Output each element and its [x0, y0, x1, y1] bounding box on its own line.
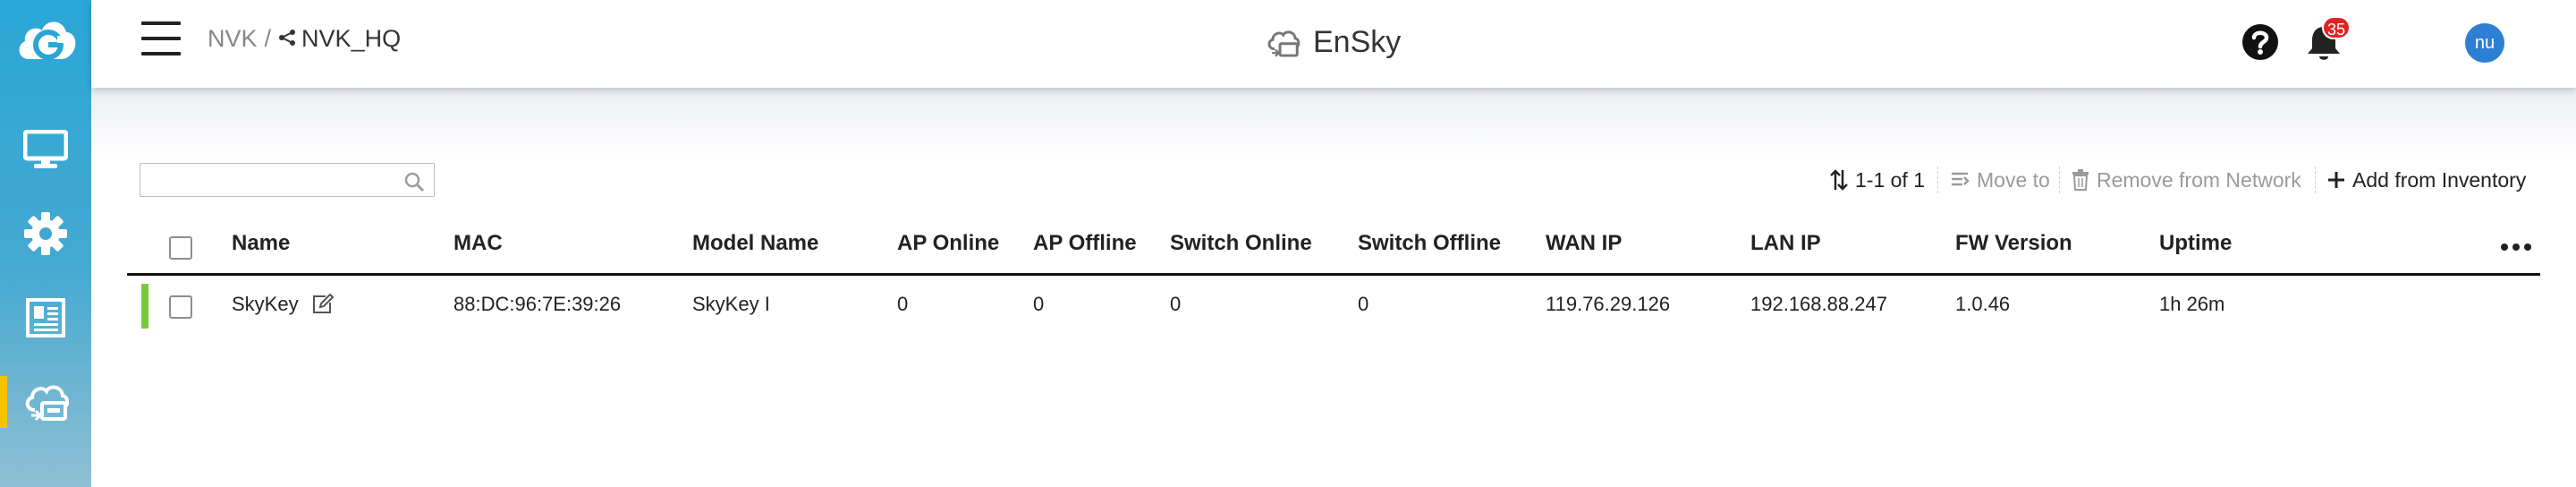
breadcrumb-root[interactable]: NVK	[208, 25, 258, 53]
column-header-model-name[interactable]: Model Name	[692, 231, 818, 256]
pagination-text: 1-1 of 1	[1855, 167, 1925, 192]
trash-icon	[2072, 169, 2089, 191]
move-to-icon	[1952, 172, 1970, 186]
monitor-icon	[23, 130, 68, 168]
sidebar-item-cloud-devices[interactable]	[0, 371, 91, 433]
top-header: NVK / NVK_HQ EnSky	[91, 0, 2576, 88]
app-title: EnSky	[1265, 25, 1401, 60]
column-header-fw-version[interactable]: FW Version	[1955, 231, 2072, 256]
search-icon[interactable]	[403, 171, 425, 192]
column-header-mac[interactable]: MAC	[453, 231, 503, 256]
remove-from-network-label: Remove from Network	[2097, 167, 2301, 192]
column-header-ap-offline[interactable]: AP Offline	[1033, 231, 1137, 256]
notification-count-badge: 35	[2322, 16, 2351, 39]
add-from-inventory-label: Add from Inventory	[2352, 167, 2527, 192]
ap-online-cell: 0	[897, 293, 909, 315]
fw-version-cell: 1.0.46	[1955, 293, 2011, 315]
sidebar-item-reports[interactable]	[0, 286, 91, 349]
toolbar-divider	[1937, 167, 1938, 193]
move-to-button[interactable]: Move to	[1950, 165, 2050, 195]
report-icon	[26, 298, 65, 337]
column-options-more-icon[interactable]	[2501, 244, 2531, 252]
sidebar-item-settings[interactable]	[0, 202, 91, 265]
column-header-switch-online[interactable]: Switch Online	[1170, 231, 1312, 256]
network-node-icon	[278, 25, 296, 53]
row-checkbox[interactable]	[169, 295, 192, 319]
column-header-switch-offline[interactable]: Switch Offline	[1358, 231, 1501, 256]
app-title-text: EnSky	[1313, 25, 1402, 59]
breadcrumb-separator: /	[264, 25, 272, 52]
main-content	[91, 88, 2576, 487]
pagination[interactable]: 1-1 of 1	[1830, 165, 1925, 195]
device-status-indicator	[141, 284, 148, 329]
table-header-divider	[127, 273, 2540, 276]
add-from-inventory-button[interactable]: Add from Inventory	[2327, 165, 2526, 195]
menu-toggle-button[interactable]	[141, 21, 181, 56]
sort-icon	[1830, 169, 1848, 191]
column-header-name[interactable]: Name	[232, 231, 290, 256]
switch-offline-cell: 0	[1358, 293, 1369, 315]
column-header-wan-ip[interactable]: WAN IP	[1546, 231, 1622, 256]
cloud-device-icon	[25, 385, 69, 422]
app-logo[interactable]	[13, 9, 79, 75]
lan-ip-cell: 192.168.88.247	[1750, 293, 1887, 315]
help-icon[interactable]	[2241, 23, 2279, 61]
remove-from-network-button[interactable]: Remove from Network	[2072, 165, 2301, 195]
user-avatar[interactable]: nu	[2465, 23, 2504, 63]
sidebar	[0, 0, 91, 487]
ap-offline-cell: 0	[1033, 293, 1045, 315]
toolbar-divider	[2059, 167, 2060, 193]
breadcrumb-current: NVK_HQ	[301, 25, 402, 52]
search-input[interactable]	[148, 167, 389, 192]
edit-icon[interactable]	[311, 294, 335, 315]
device-name-cell: SkyKey	[232, 293, 335, 316]
model-name-cell: SkyKey I	[692, 293, 770, 315]
breadcrumb: NVK / NVK_HQ	[208, 25, 401, 53]
search-box	[140, 163, 435, 197]
mac-cell: 88:DC:96:7E:39:26	[453, 293, 622, 315]
column-header-ap-online[interactable]: AP Online	[897, 231, 999, 256]
column-header-lan-ip[interactable]: LAN IP	[1750, 231, 1821, 256]
toolbar-divider	[2315, 167, 2316, 193]
column-header-uptime[interactable]: Uptime	[2159, 231, 2232, 256]
cloud-device-icon	[1267, 30, 1301, 57]
sidebar-item-monitor[interactable]	[0, 118, 91, 181]
uptime-cell: 1h 26m	[2159, 293, 2225, 315]
move-to-label: Move to	[1977, 167, 2050, 192]
gear-icon	[24, 212, 67, 255]
select-all-checkbox[interactable]	[169, 236, 192, 260]
wan-ip-cell: 119.76.29.126	[1546, 293, 1671, 315]
plus-icon	[2328, 172, 2344, 188]
device-name[interactable]: SkyKey	[232, 293, 299, 316]
switch-online-cell: 0	[1170, 293, 1182, 315]
